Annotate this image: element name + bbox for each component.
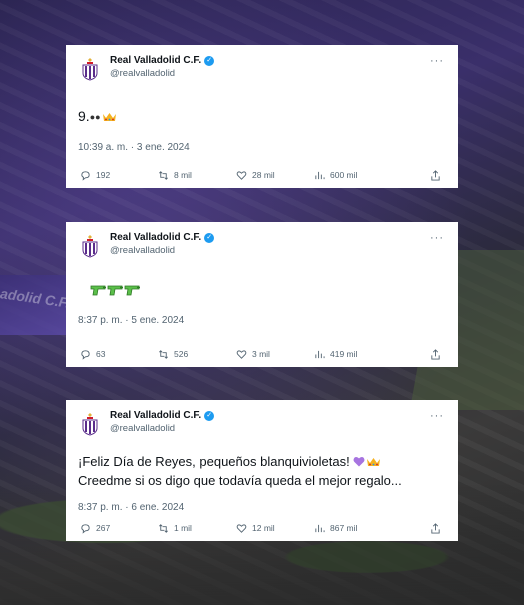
share-button[interactable] xyxy=(430,169,446,181)
like-button[interactable]: 3 mil xyxy=(236,349,314,360)
heart-icon xyxy=(236,349,247,359)
like-count: 3 mil xyxy=(252,349,270,359)
bar-chart-icon xyxy=(315,171,325,179)
tweet-card[interactable]: Real Valladolid C.F. ✓ @realvalladolid ·… xyxy=(66,400,458,541)
more-options-icon[interactable]: ··· xyxy=(430,410,444,422)
tweet-timestamp[interactable]: 10:39 a. m. · 3 ene. 2024 xyxy=(78,142,444,153)
like-button[interactable]: 12 mil xyxy=(236,523,314,534)
author-handle[interactable]: @realvalladolid xyxy=(110,245,214,256)
author-name[interactable]: Real Valladolid C.F. xyxy=(110,232,201,243)
views-button[interactable]: 867 mil xyxy=(314,523,414,534)
tweet-text: 9.●● xyxy=(78,107,444,127)
tweet-text: ¡Feliz Día de Reyes, pequeños blanquivio… xyxy=(78,452,444,490)
verified-badge-icon: ✓ xyxy=(204,55,215,66)
reply-icon xyxy=(81,170,90,181)
tweet-actions: 267 1 mil 12 mil 867 mil xyxy=(80,521,446,535)
club-crest-avatar[interactable] xyxy=(80,234,100,258)
reply-icon xyxy=(81,349,90,360)
retweet-count: 8 mil xyxy=(174,170,192,180)
like-count: 12 mil xyxy=(252,523,275,533)
author-name[interactable]: Real Valladolid C.F. xyxy=(110,55,201,66)
view-count: 600 mil xyxy=(330,170,358,180)
purple-heart-emoji-icon xyxy=(353,456,365,467)
verified-badge-icon: ✓ xyxy=(204,232,215,243)
author-handle[interactable]: @realvalladolid xyxy=(110,423,214,434)
tweet-card[interactable]: Real Valladolid C.F. ✓ @realvalladolid ·… xyxy=(66,222,458,367)
view-count: 867 mil xyxy=(330,523,358,533)
reply-icon xyxy=(81,523,90,534)
reply-button[interactable]: 192 xyxy=(80,170,158,181)
club-crest-avatar[interactable] xyxy=(80,57,100,81)
tweet-header: Real Valladolid C.F. ✓ @realvalladolid ·… xyxy=(78,410,444,442)
retweet-button[interactable]: 8 mil xyxy=(158,170,236,181)
share-icon xyxy=(431,169,440,181)
like-button[interactable]: 28 mil xyxy=(236,170,314,181)
tweet-timestamp[interactable]: 8:37 p. m. · 5 ene. 2024 xyxy=(78,315,444,326)
share-icon xyxy=(431,348,440,360)
club-crest-avatar[interactable] xyxy=(80,412,100,436)
reply-count: 192 xyxy=(96,170,111,180)
reply-button[interactable]: 267 xyxy=(80,523,158,534)
share-button[interactable] xyxy=(430,522,446,534)
tweet-text xyxy=(78,282,444,301)
heart-icon xyxy=(236,170,247,180)
view-count: 419 mil xyxy=(330,349,358,359)
retweet-button[interactable]: 1 mil xyxy=(158,523,236,534)
share-button[interactable] xyxy=(430,348,446,360)
eyes-emoji-icon: ●● xyxy=(89,111,101,122)
water-pistol-icon xyxy=(124,285,140,296)
tweet-actions: 192 8 mil 28 mil 600 mil xyxy=(80,168,446,182)
reply-count: 267 xyxy=(96,523,111,533)
retweet-icon xyxy=(159,170,168,180)
tweet-card[interactable]: Real Valladolid C.F. ✓ @realvalladolid ·… xyxy=(66,45,458,188)
tweet-text-line: Creedme si os digo que todavía queda el … xyxy=(78,473,402,488)
retweet-button[interactable]: 526 xyxy=(158,349,236,360)
reply-button[interactable]: 63 xyxy=(80,349,158,360)
crown-emoji-icon xyxy=(366,458,380,466)
author-name[interactable]: Real Valladolid C.F. xyxy=(110,410,201,421)
tweet-header: Real Valladolid C.F. ✓ @realvalladolid ·… xyxy=(78,232,444,264)
tweet-text-content: 9. xyxy=(78,108,90,124)
reply-count: 63 xyxy=(96,349,106,359)
author-handle[interactable]: @realvalladolid xyxy=(110,68,214,79)
like-count: 28 mil xyxy=(252,170,275,180)
crown-emoji-icon xyxy=(102,113,116,121)
retweet-count: 1 mil xyxy=(174,523,192,533)
verified-badge-icon: ✓ xyxy=(204,410,215,421)
tweet-text-content: ¡Feliz Día de Reyes, pequeños blanquivio… xyxy=(78,454,350,469)
bar-chart-icon xyxy=(315,524,325,532)
views-button[interactable]: 419 mil xyxy=(314,349,414,360)
views-button[interactable]: 600 mil xyxy=(314,170,414,181)
more-options-icon[interactable]: ··· xyxy=(430,232,444,244)
water-pistol-icon xyxy=(90,285,106,296)
tweet-timestamp[interactable]: 8:37 p. m. · 6 ene. 2024 xyxy=(78,502,444,513)
tweet-actions: 63 526 3 mil 419 mil xyxy=(80,347,446,361)
water-pistol-icon xyxy=(107,285,123,296)
tweet-text-line: ¡Feliz Día de Reyes, pequeños blanquivio… xyxy=(78,452,444,471)
retweet-icon xyxy=(159,523,168,533)
more-options-icon[interactable]: ··· xyxy=(430,55,444,67)
retweet-count: 526 xyxy=(174,349,189,359)
bar-chart-icon xyxy=(315,350,325,358)
water-pistol-emoji-group xyxy=(90,284,141,296)
share-icon xyxy=(431,522,440,534)
retweet-icon xyxy=(159,349,168,359)
heart-icon xyxy=(236,523,247,533)
tweet-header: Real Valladolid C.F. ✓ @realvalladolid ·… xyxy=(78,55,444,87)
